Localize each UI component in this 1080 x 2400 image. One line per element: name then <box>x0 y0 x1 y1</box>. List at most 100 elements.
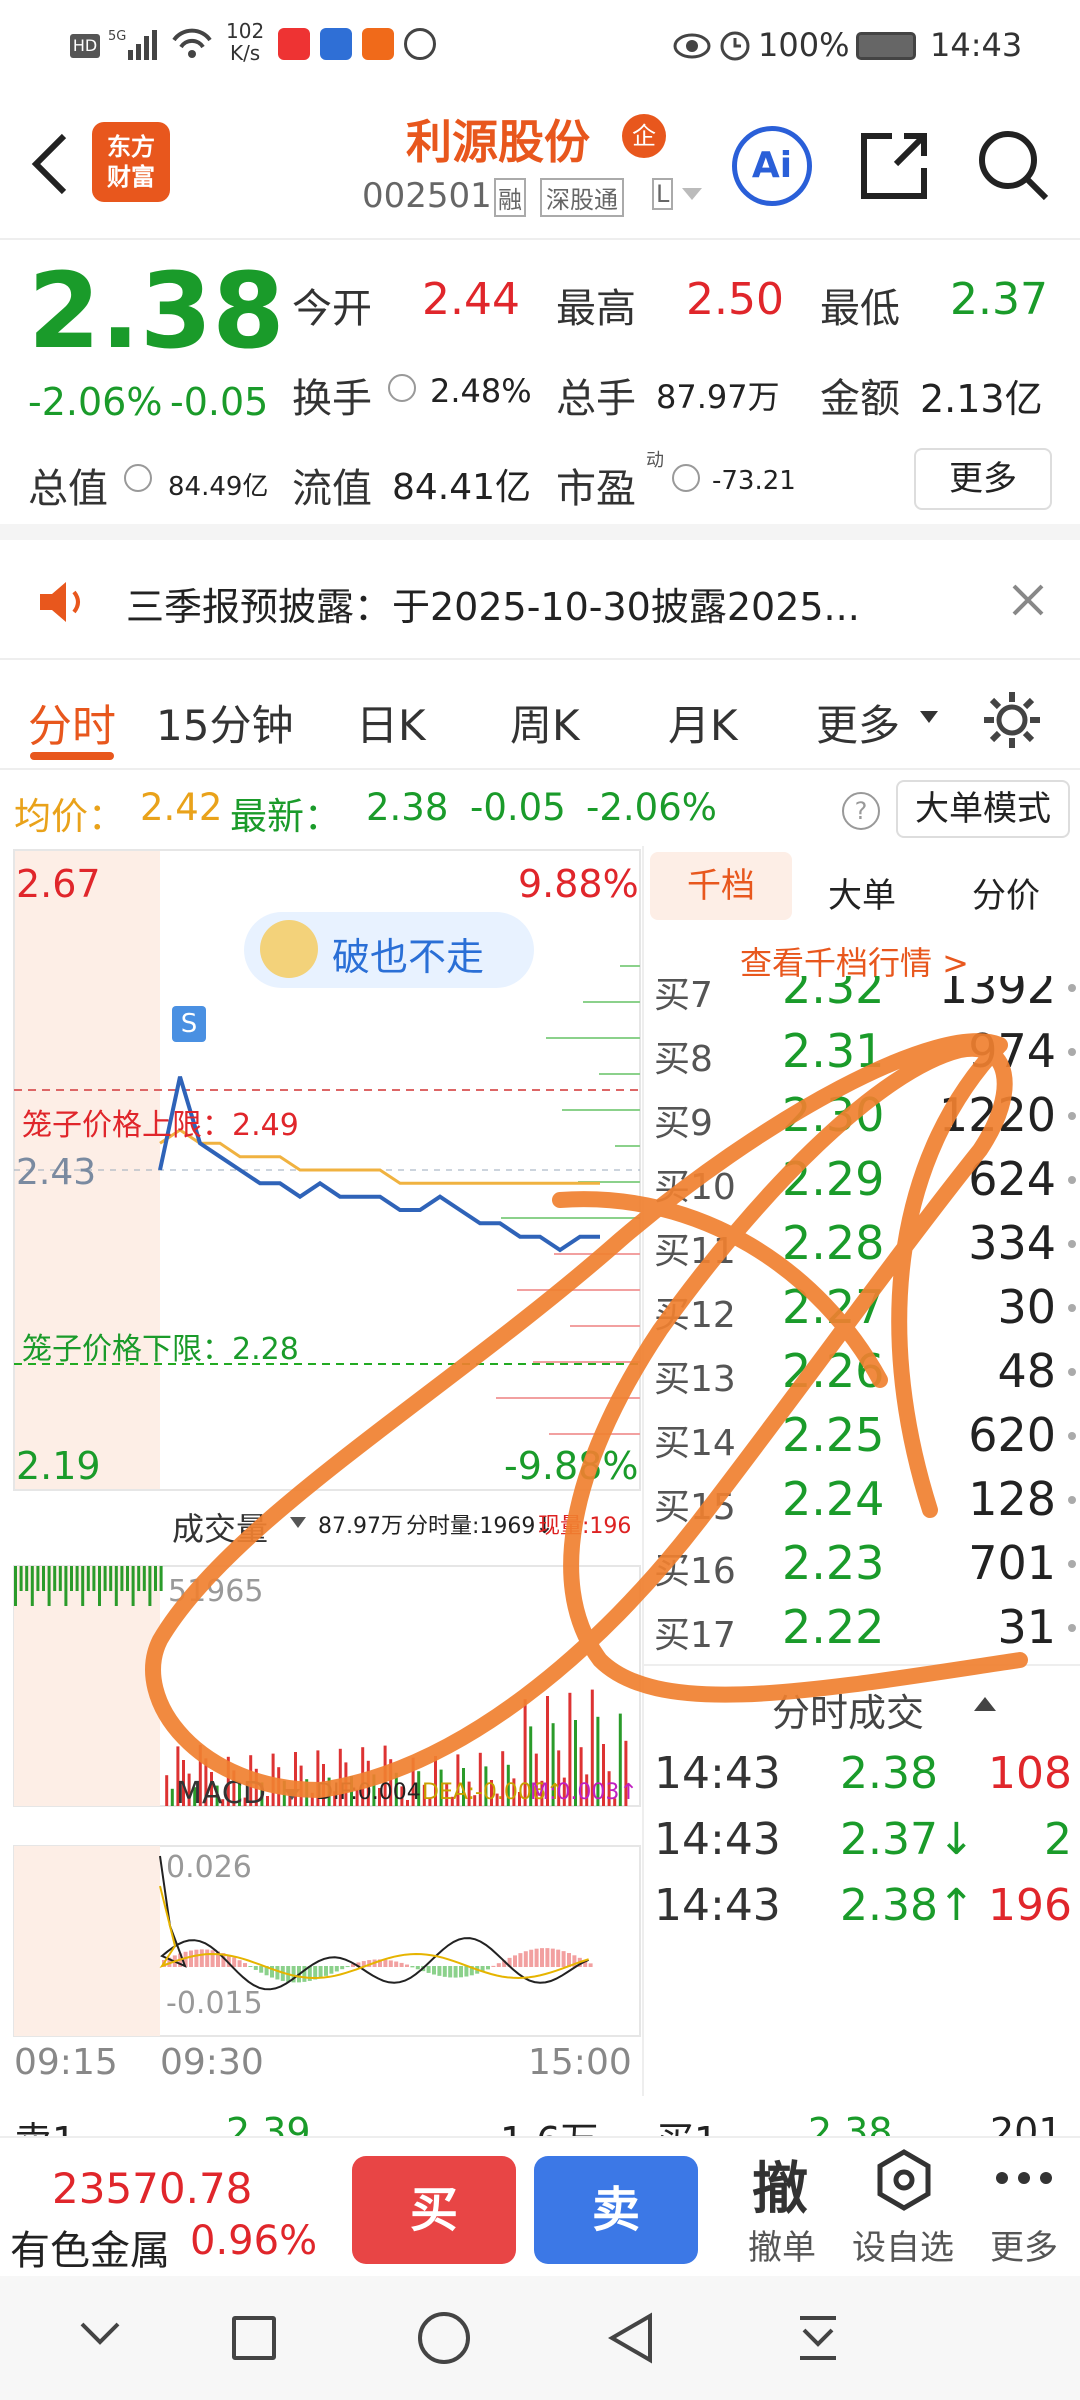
sector-index-value[interactable]: 23570.78 <box>52 2164 252 2213</box>
bid-dot <box>1068 1368 1076 1376</box>
bid-row[interactable]: 买7 2.32 1392 <box>644 976 1080 1020</box>
turnover-label: 换手 <box>292 376 372 422</box>
macd-bar <box>334 1966 339 1972</box>
level1-peek-row: 卖1 2.39 1.6万 买1 2.38 201 <box>0 2096 1080 2136</box>
axis-max-percent: 9.88% <box>518 862 639 906</box>
hide-keyboard-icon[interactable] <box>78 2318 122 2352</box>
divider <box>644 1664 1080 1666</box>
tab-intraday[interactable]: 分时 <box>28 690 116 754</box>
macd-bar <box>588 1963 593 1967</box>
bid-row[interactable]: 买17 2.22 31 <box>644 1596 1080 1660</box>
back-button[interactable] <box>20 124 80 204</box>
bid-row[interactable]: 买8 2.31 974 <box>644 1020 1080 1084</box>
tab-more[interactable]: 更多 <box>816 692 900 753</box>
bid-row[interactable]: 买10 2.29 624 <box>644 1148 1080 1212</box>
big-order-mode-button[interactable]: 大单模式 <box>896 780 1070 838</box>
tab-weekly[interactable]: 周K <box>510 692 580 753</box>
market-cap-label: 总值 <box>28 466 108 512</box>
trade-time: 14:43 <box>654 1814 781 1865</box>
change-amount: -0.05 <box>170 380 269 424</box>
bid-dot <box>1068 1304 1076 1312</box>
bid-row[interactable]: 买14 2.25 620 <box>644 1404 1080 1468</box>
more-dots-icon[interactable] <box>994 2168 1054 2192</box>
volume-bar <box>114 1566 118 1606</box>
add-watchlist-label[interactable]: 设自选 <box>852 2220 954 2269</box>
order-book-panel: 千档 大单 分价 查看千档行情 > 买7 2.32 1392 买8 2.31 974 买9 2… <box>642 846 1080 2096</box>
ai-assistant-button[interactable]: Ai <box>732 126 812 206</box>
add-watchlist-icon[interactable] <box>874 2148 934 2216</box>
tab-price-distribution[interactable]: 分价 <box>972 868 1040 917</box>
macd-bar <box>464 1966 469 1977</box>
active-tab-indicator <box>30 752 114 760</box>
system-nav-bar <box>0 2276 1080 2400</box>
cancel-order-icon[interactable]: 撤 <box>752 2144 808 2225</box>
community-banner[interactable]: 破也不走 <box>244 912 534 988</box>
macd-bar <box>253 1966 258 1970</box>
macd-bar <box>513 1955 517 1967</box>
bid-row[interactable]: 买12 2.27 30 <box>644 1276 1080 1340</box>
volume-indicator-label[interactable]: 成交量 <box>172 1504 268 1550</box>
announcement-bar[interactable]: 三季报预披露：于2025-10-30披露2025... <box>0 540 1080 660</box>
gear-icon[interactable] <box>980 688 1044 756</box>
macd-bar <box>210 1950 215 1967</box>
more-quote-button[interactable]: 更多 <box>914 448 1052 510</box>
stock-name[interactable]: 利源股份 <box>406 106 590 172</box>
svg-text:5G: 5G <box>108 29 126 44</box>
volume-bar <box>165 1775 169 1806</box>
alarm-icon <box>718 28 752 70</box>
volume-bar <box>277 1767 281 1806</box>
info-icon[interactable] <box>672 464 700 492</box>
info-icon[interactable] <box>124 464 152 492</box>
macd-bar <box>545 1948 550 1967</box>
home-icon[interactable] <box>418 2312 470 2364</box>
volume-bar <box>36 1566 40 1591</box>
bid-dot <box>1068 1240 1076 1248</box>
search-icon[interactable] <box>976 128 1052 208</box>
more-label[interactable]: 更多 <box>990 2220 1058 2269</box>
trade-price: 2.37↓ <box>840 1814 975 1865</box>
tab-big-orders[interactable]: 大单 <box>828 868 896 917</box>
trades-title[interactable]: 分时成交 <box>772 1682 924 1737</box>
volume-bar <box>305 1779 309 1806</box>
macd-bar <box>410 1966 415 1968</box>
bid-price: 2.23 <box>782 1536 885 1590</box>
volume-bar <box>30 1566 34 1606</box>
help-icon[interactable]: ? <box>842 792 880 830</box>
bid-row[interactable]: 买9 2.30 1220 <box>644 1084 1080 1148</box>
tab-daily[interactable]: 日K <box>356 692 426 753</box>
bid-row[interactable]: 买16 2.23 701 <box>644 1532 1080 1596</box>
intraday-chart[interactable]: 2.67 9.88% 2.19 -9.88% 2.43 笼子价格上限：2.49 … <box>0 846 642 2096</box>
macd-bar <box>189 1950 193 1967</box>
volume-bar <box>131 1566 135 1606</box>
macd-bar <box>232 1957 237 1967</box>
volume-bar <box>154 1566 157 1591</box>
macd-bar <box>442 1966 447 1977</box>
tab-15min[interactable]: 15分钟 <box>156 692 293 753</box>
tab-monthly[interactable]: 月K <box>668 692 738 753</box>
buy-button[interactable]: 买 <box>352 2156 516 2264</box>
amount-label: 金额 <box>820 376 900 422</box>
macd-bar <box>324 1966 328 1976</box>
share-icon[interactable] <box>856 128 932 208</box>
bid-dot <box>1068 1624 1076 1632</box>
bid-row[interactable]: 买15 2.24 128 <box>644 1468 1080 1532</box>
bid-row[interactable]: 买11 2.28 334 <box>644 1212 1080 1276</box>
recents-icon[interactable] <box>232 2316 276 2360</box>
macd-bar <box>388 1960 393 1967</box>
close-icon[interactable] <box>1010 582 1046 622</box>
time-axis-start: 09:15 <box>14 2042 118 2083</box>
sell-button[interactable]: 卖 <box>534 2156 698 2264</box>
pe-label: 市盈 <box>556 466 636 512</box>
info-icon[interactable] <box>388 374 416 402</box>
cancel-order-label[interactable]: 撤单 <box>748 2220 816 2269</box>
notification-drawer-icon[interactable] <box>796 2314 840 2366</box>
szse-connect-tag: 深股通 <box>540 178 624 217</box>
chevron-down-icon[interactable] <box>680 182 704 210</box>
bid-row[interactable]: 买13 2.26 48 <box>644 1340 1080 1404</box>
back-nav-icon[interactable] <box>606 2312 654 2368</box>
sector-name[interactable]: 有色金属 <box>10 2218 170 2276</box>
sell-signal-marker[interactable]: S <box>172 1006 206 1042</box>
battery-percent: 100% <box>758 26 850 64</box>
macd-indicator-label[interactable]: MACD <box>176 1776 266 1811</box>
tab-depth-1000[interactable]: 千档 <box>650 852 792 920</box>
